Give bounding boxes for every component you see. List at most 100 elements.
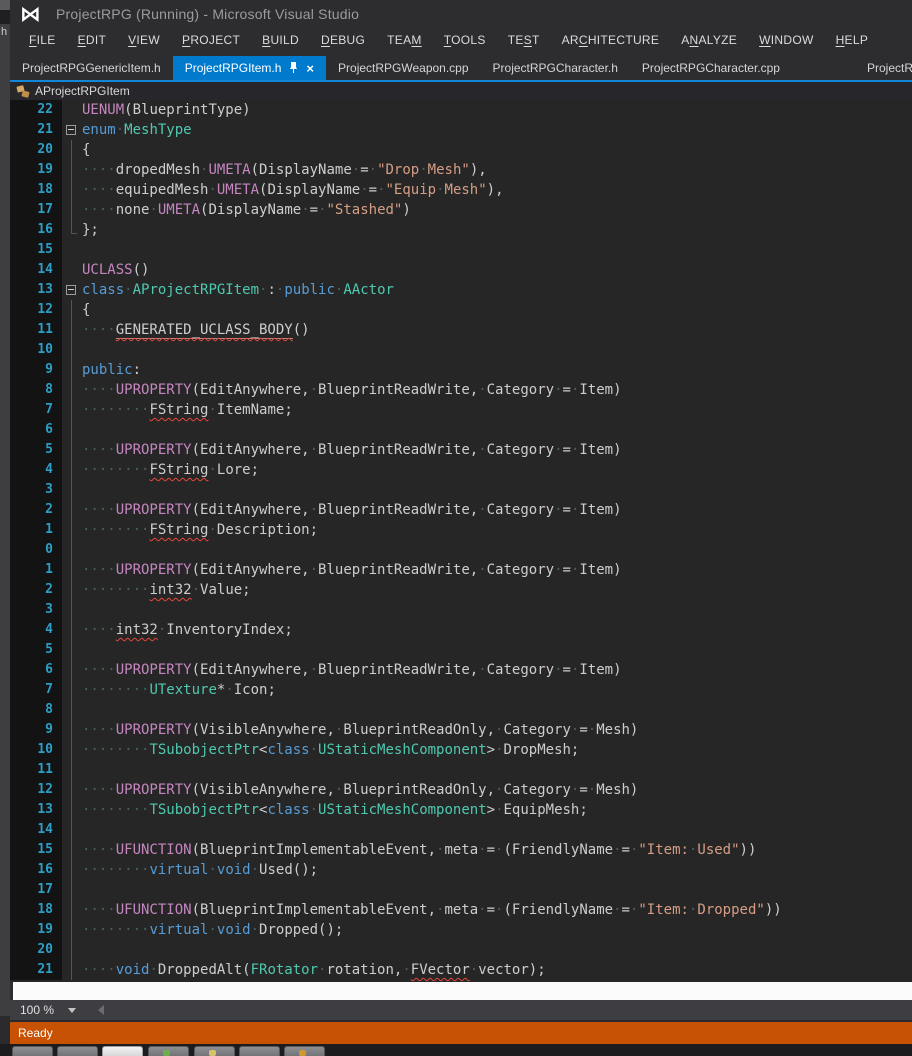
code-line[interactable]: 16};: [10, 220, 912, 240]
code-line[interactable]: 6····UPROPERTY(EditAnywhere,·BlueprintRe…: [10, 660, 912, 680]
code-line[interactable]: 5····UPROPERTY(EditAnywhere,·BlueprintRe…: [10, 440, 912, 460]
menu-team[interactable]: TEAM: [376, 30, 433, 50]
tab-projectrpgcharacter.cpp[interactable]: ProjectRPGCharacter.cpp: [630, 56, 792, 80]
code-line[interactable]: 18····equipedMesh·UMETA(DisplayName·=·"E…: [10, 180, 912, 200]
tab-projectrpgweapon.cpp[interactable]: ProjectRPGWeapon.cpp: [326, 56, 481, 80]
code-line[interactable]: 13class·AProjectRPGItem·:·public·AActor: [10, 280, 912, 300]
collapse-box-icon[interactable]: [66, 125, 76, 135]
code-text: ········virtual·void·Dropped();: [82, 920, 343, 940]
code-line[interactable]: 21enum·MeshType: [10, 120, 912, 140]
code-line[interactable]: 17: [10, 880, 912, 900]
outlining-margin: [62, 100, 82, 120]
editor-bottom-strip: [13, 982, 912, 1000]
menu-file[interactable]: FILE: [18, 30, 67, 50]
taskbar-button[interactable]: [148, 1046, 189, 1056]
code-text: public:: [82, 360, 141, 380]
menu-build[interactable]: BUILD: [251, 30, 310, 50]
tab-projectrpgitem.h[interactable]: ProjectRPGItem.h×: [173, 56, 326, 80]
code-line[interactable]: 19········virtual·void·Dropped();: [10, 920, 912, 940]
code-line[interactable]: 10: [10, 340, 912, 360]
outlining-margin: [62, 600, 82, 620]
pin-icon[interactable]: [289, 61, 298, 76]
menu-debug[interactable]: DEBUG: [310, 30, 376, 50]
code-line[interactable]: 7········UTexture*·Icon;: [10, 680, 912, 700]
code-line[interactable]: 5: [10, 640, 912, 660]
taskbar-button[interactable]: [12, 1046, 53, 1056]
sliver-segment: [0, 0, 10, 10]
code-line[interactable]: 9····UPROPERTY(VisibleAnywhere,·Blueprin…: [10, 720, 912, 740]
code-line[interactable]: 1····UPROPERTY(EditAnywhere,·BlueprintRe…: [10, 560, 912, 580]
code-line[interactable]: 21····void·DroppedAlt(FRotator·rotation,…: [10, 960, 912, 980]
menu-window[interactable]: WINDOW: [748, 30, 824, 50]
code-line[interactable]: 11····GENERATED_UCLASS_BODY(): [10, 320, 912, 340]
code-line[interactable]: 7········FString·ItemName;: [10, 400, 912, 420]
outline-guide-end: [71, 220, 72, 233]
menu-analyze[interactable]: ANALYZE: [670, 30, 748, 50]
code-line[interactable]: 1········FString·Description;: [10, 520, 912, 540]
code-line[interactable]: 3: [10, 480, 912, 500]
collapse-box-icon[interactable]: [66, 285, 76, 295]
code-line[interactable]: 13········TSubobjectPtr<class·UStaticMes…: [10, 800, 912, 820]
code-line[interactable]: 22UENUM(BlueprintType): [10, 100, 912, 120]
taskbar-button[interactable]: [194, 1046, 235, 1056]
code-line[interactable]: 9public:: [10, 360, 912, 380]
menu-view[interactable]: VIEW: [117, 30, 171, 50]
zoom-level-value[interactable]: 100 %: [20, 1003, 54, 1017]
outline-guide: [71, 380, 72, 400]
code-line[interactable]: 2········int32·Value;: [10, 580, 912, 600]
taskbar-button[interactable]: [102, 1046, 143, 1056]
code-line[interactable]: 11: [10, 760, 912, 780]
code-line[interactable]: 12{: [10, 300, 912, 320]
code-line[interactable]: 18····UFUNCTION(BlueprintImplementableEv…: [10, 900, 912, 920]
line-number: 17: [10, 200, 62, 220]
code-line[interactable]: 3: [10, 600, 912, 620]
tab-projectrpgcharacter.h[interactable]: ProjectRPGCharacter.h: [481, 56, 630, 80]
taskbar-button[interactable]: [239, 1046, 280, 1056]
code-line[interactable]: 2····UPROPERTY(EditAnywhere,·BlueprintRe…: [10, 500, 912, 520]
code-line[interactable]: 20: [10, 940, 912, 960]
code-line[interactable]: 14UCLASS(): [10, 260, 912, 280]
code-line[interactable]: 17····none·UMETA(DisplayName·=·"Stashed"…: [10, 200, 912, 220]
code-line[interactable]: 20{: [10, 140, 912, 160]
code-text: class·AProjectRPGItem·:·public·AActor: [82, 280, 394, 300]
code-line[interactable]: 8····UPROPERTY(EditAnywhere,·BlueprintRe…: [10, 380, 912, 400]
outline-guide: [71, 480, 72, 500]
code-line[interactable]: 19····dropedMesh·UMETA(DisplayName·=·"Dr…: [10, 160, 912, 180]
windows-taskbar[interactable]: [0, 1044, 912, 1056]
code-line[interactable]: 16········virtual·void·Used();: [10, 860, 912, 880]
code-line[interactable]: 0: [10, 540, 912, 560]
navigation-bar[interactable]: AProjectRPGItem: [10, 82, 912, 100]
outlining-margin: [62, 260, 82, 280]
title-bar[interactable]: ⋈ ProjectRPG (Running) - Microsoft Visua…: [10, 0, 912, 28]
tab-projectrpggenericitem.h[interactable]: ProjectRPGGenericItem.h: [10, 56, 173, 80]
code-line[interactable]: 14: [10, 820, 912, 840]
outlining-margin[interactable]: [62, 120, 82, 140]
line-number: 4: [10, 460, 62, 480]
code-line[interactable]: 10········TSubobjectPtr<class·UStaticMes…: [10, 740, 912, 760]
menu-project[interactable]: PROJECT: [171, 30, 251, 50]
menu-help[interactable]: HELP: [825, 30, 880, 50]
code-line[interactable]: 15····UFUNCTION(BlueprintImplementableEv…: [10, 840, 912, 860]
line-number: 14: [10, 260, 62, 280]
code-editor[interactable]: 22UENUM(BlueprintType)21enum·MeshType20{…: [10, 100, 912, 982]
code-text: ····UPROPERTY(EditAnywhere,·BlueprintRea…: [82, 500, 622, 520]
taskbar-button[interactable]: [57, 1046, 98, 1056]
code-line[interactable]: 6: [10, 420, 912, 440]
code-line[interactable]: 12····UPROPERTY(VisibleAnywhere,·Bluepri…: [10, 780, 912, 800]
tab-projectrpg[interactable]: ProjectRPG: [855, 56, 912, 80]
code-line[interactable]: 8: [10, 700, 912, 720]
horizontal-scroll-left-arrow-icon[interactable]: [98, 1005, 104, 1015]
menu-architecture[interactable]: ARCHITECTURE: [551, 30, 671, 50]
code-line[interactable]: 15: [10, 240, 912, 260]
outlining-margin[interactable]: [62, 280, 82, 300]
code-line[interactable]: 4····int32·InventoryIndex;: [10, 620, 912, 640]
close-icon[interactable]: ×: [306, 62, 314, 75]
menu-tools[interactable]: TOOLS: [433, 30, 497, 50]
zoom-dropdown-caret-icon[interactable]: [68, 1008, 76, 1013]
menu-edit[interactable]: EDIT: [67, 30, 118, 50]
menu-test[interactable]: TEST: [497, 30, 551, 50]
breadcrumb-scope-label[interactable]: AProjectRPGItem: [35, 84, 130, 98]
code-line[interactable]: 4········FString·Lore;: [10, 460, 912, 480]
line-number: 5: [10, 640, 62, 660]
taskbar-button[interactable]: [284, 1046, 325, 1056]
